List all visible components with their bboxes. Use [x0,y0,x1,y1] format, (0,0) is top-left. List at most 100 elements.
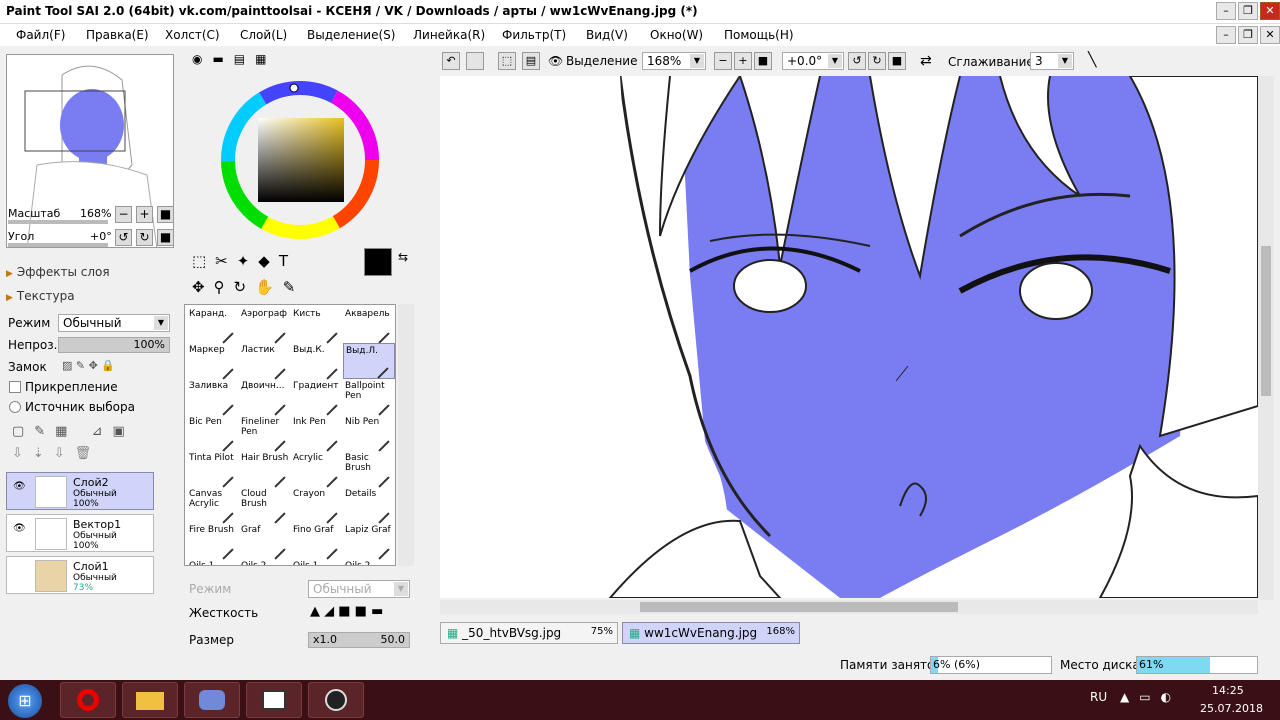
horizontal-scrollbar[interactable] [440,600,1258,614]
doc-close-button[interactable]: ✕ [1260,26,1280,44]
size-slider[interactable]: x1.0 50.0 [308,632,410,648]
color-mode-tabs[interactable]: ◉▬▤▦ [192,52,276,66]
brush-tool-cell[interactable]: Details [343,487,395,524]
rotate-left-button[interactable]: ↺ [848,52,866,70]
brush-tool-cell[interactable]: Canvas Acrylic [187,487,239,524]
brush-tool-cell[interactable]: Acrylic [291,451,343,488]
eye-icon[interactable]: 👁 [548,54,563,68]
vertical-scroll-thumb[interactable] [1261,246,1271,396]
menu-view[interactable]: Вид(V) [586,28,628,42]
close-button[interactable]: ✕ [1260,2,1280,20]
zoom-out-button[interactable]: − [714,52,732,70]
brush-tool-cell[interactable]: Oils 2 [343,559,395,565]
brush-tool-cell[interactable]: Fineliner Pen [239,415,291,452]
rotate-reset-button[interactable]: ■ [888,52,906,70]
zoom-reset-button[interactable]: ■ [157,206,174,223]
foreground-color-swatch[interactable] [364,248,392,276]
layer-effects-section[interactable]: ▶ Эффекты слоя [6,265,110,279]
eye-icon[interactable]: 👁 [13,481,26,492]
brush-tool-cell[interactable]: Basic Brush [343,451,395,488]
horizontal-scroll-thumb[interactable] [640,602,958,612]
doc-minimize-button[interactable]: – [1216,26,1236,44]
tool-grid-scrollbar[interactable] [398,304,414,566]
opera-icon[interactable] [60,682,116,718]
language-indicator[interactable]: RU [1090,690,1107,704]
zoom-in-button[interactable]: + [734,52,752,70]
selection-tools[interactable]: ⬚✂✦◆T [192,252,297,270]
brush-tool-cell[interactable]: Ластик [239,343,291,380]
menu-layer[interactable]: Слой(L) [240,28,287,42]
brush-tool-cell[interactable]: Двоичн... [239,379,291,416]
zoom-in-button[interactable]: + [136,206,153,223]
brush-tool-cell[interactable]: Oils 1 [187,559,239,565]
brush-tool-cell[interactable]: Акварель [343,307,395,344]
start-button[interactable]: ⊞ [8,684,42,718]
color-wheel[interactable] [220,80,380,240]
folder-icon[interactable] [122,682,178,718]
vertical-scrollbar[interactable] [1258,76,1274,600]
document-tab[interactable]: ▦ _50_htvBVsg.jpg 75% [440,622,618,644]
brush-tool-cell[interactable]: Маркер [187,343,239,380]
brush-tool-cell[interactable]: Выд.Л. [343,343,395,379]
selection-source-radio[interactable] [9,401,21,413]
menu-edit[interactable]: Правка(E) [86,28,149,42]
deselect-button[interactable]: ⬚ [498,52,516,70]
brush-tool-cell[interactable]: Градиент [291,379,343,416]
layer-action-icons[interactable]: ▢✎▦ ⊿▣ [12,424,135,439]
zoom-select[interactable]: 168% ▼ [642,52,706,70]
rotate-right-button[interactable]: ↻ [868,52,886,70]
scale-slider[interactable] [8,220,108,224]
obs-icon[interactable] [308,682,364,718]
menu-help[interactable]: Помощь(H) [724,28,794,42]
brush-tool-cell[interactable]: Fire Brush [187,523,239,560]
brush-tool-cell[interactable]: Graf [239,523,291,560]
texture-section[interactable]: ▶ Текстура [6,289,75,303]
eye-icon[interactable]: 👁 [13,523,26,534]
layer-action-icons-2[interactable]: ⇩⇣⇩🗑 [12,446,101,461]
smoothing-select[interactable]: 3 ▼ [1030,52,1074,70]
brush-tool-cell[interactable]: Crayon [291,487,343,524]
flip-icon[interactable]: ⇄ [920,53,932,69]
angle-slider[interactable] [8,243,108,247]
layer-item[interactable]: Слой1 Обычный 73% [6,556,154,594]
view-tools[interactable]: ✥⚲↻✋✎ [192,278,304,296]
clip-checkbox[interactable] [9,381,21,393]
brush-tool-cell[interactable]: Oils 1 [291,559,343,565]
swap-colors-icon[interactable]: ⇆ [398,250,408,264]
layer-item[interactable]: 👁 Слой2 Обычный 100% [6,472,154,510]
brush-tool-cell[interactable]: Bic Pen [187,415,239,452]
document-tab-active[interactable]: ▦ ww1cWvEnang.jpg 168% [622,622,800,644]
invert-selection-button[interactable]: ▤ [522,52,540,70]
painttool-sai-icon[interactable] [246,682,302,718]
menu-selection[interactable]: Выделение(S) [307,28,395,42]
brush-tool-cell[interactable]: Lapiz Graf [343,523,395,560]
brush-tool-cell[interactable]: Tinta Pilot [187,451,239,488]
menu-file[interactable]: Файл(F) [16,28,65,42]
layer-item[interactable]: 👁 Вектор1 Обычный 100% [6,514,154,552]
rotate-reset-button[interactable]: ■ [157,229,174,246]
rotate-right-button[interactable]: ↻ [136,229,153,246]
zoom-out-button[interactable]: − [115,206,132,223]
lock-icons[interactable]: ▨ ✎ ✥ 🔒 [62,359,115,372]
pen-pressure-icon[interactable]: ╲ [1088,52,1096,68]
tool-mode-select[interactable]: Обычный ▼ [308,580,410,598]
blend-mode-select[interactable]: Обычный ▼ [58,314,170,332]
brush-tool-cell[interactable]: Заливка [187,379,239,416]
zoom-reset-button[interactable]: ■ [754,52,772,70]
redo-button[interactable] [466,52,484,70]
tray-icons[interactable]: ▲▭◐ [1120,690,1181,704]
brush-tool-cell[interactable]: Fino Graf [291,523,343,560]
menu-filter[interactable]: Фильтр(T) [502,28,566,42]
menu-canvas[interactable]: Холст(C) [165,28,220,42]
brush-tool-cell[interactable]: Nib Pen [343,415,395,452]
minimize-button[interactable]: – [1216,2,1236,20]
brush-tool-cell[interactable]: Oils 2 [239,559,291,565]
menu-ruler[interactable]: Линейка(R) [413,28,485,42]
maximize-button[interactable]: ❐ [1238,2,1258,20]
brush-tool-cell[interactable]: Hair Brush [239,451,291,488]
rotate-left-button[interactable]: ↺ [115,229,132,246]
brush-tool-cell[interactable]: Cloud Brush [239,487,291,524]
brush-tool-cell[interactable]: Выд.К. [291,343,343,380]
brush-tool-cell[interactable]: Аэрограф [239,307,291,344]
opacity-slider[interactable]: 100% [58,337,170,353]
